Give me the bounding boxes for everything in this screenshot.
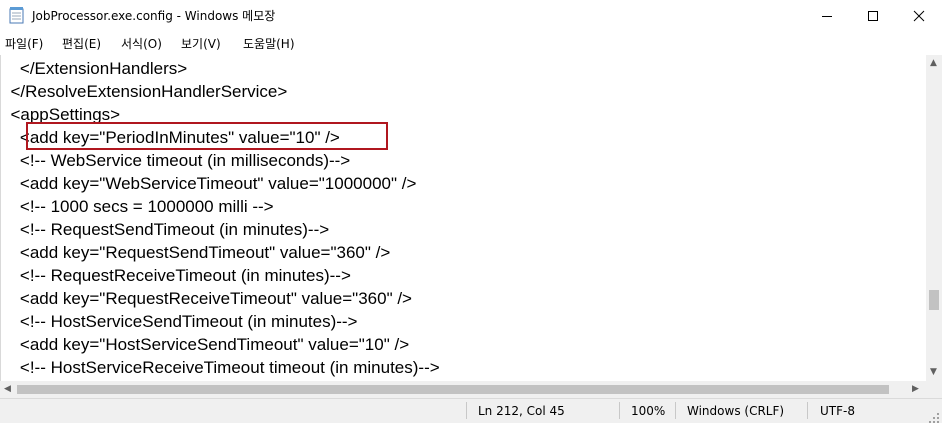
status-divider [466, 402, 467, 419]
status-encoding: UTF-8 [820, 404, 855, 418]
menu-format[interactable]: 서식(O) [121, 35, 162, 52]
editor-line: <!-- RequestReceiveTimeout (in minutes)-… [1, 266, 351, 285]
status-cursor-position: Ln 212, Col 45 [478, 404, 565, 418]
editor-line: <add key="RequestSendTimeout" value="360… [1, 243, 391, 262]
close-icon [913, 10, 925, 21]
horizontal-scrollbar[interactable]: ◀ ▶ [0, 381, 926, 398]
scroll-down-icon[interactable]: ▼ [930, 367, 937, 377]
maximize-button[interactable] [850, 0, 896, 31]
minimize-icon [822, 15, 832, 17]
menu-edit[interactable]: 편집(E) [62, 35, 101, 52]
menu-file[interactable]: 파일(F) [5, 35, 43, 52]
scrollbar-corner [926, 381, 942, 398]
editor-line: <!-- HostServiceReceiveTimeout timeout (… [1, 358, 440, 377]
editor-line: <add key="RequestReceiveTimeout" value="… [1, 289, 412, 308]
notepad-icon [9, 6, 24, 24]
maximize-icon [868, 10, 878, 21]
resize-grip-icon[interactable] [928, 409, 940, 423]
status-divider [619, 402, 620, 419]
editor-line: <!-- 1000 secs = 1000000 milli --> [1, 197, 274, 216]
editor-line: <add key="HostServiceSendTimeout" value=… [1, 335, 410, 354]
status-divider [675, 402, 676, 419]
vertical-scroll-thumb[interactable] [929, 290, 939, 310]
editor-line: </ExtensionHandlers> [1, 59, 188, 78]
editor-line: </ResolveExtensionHandlerService> [1, 82, 288, 101]
editor-line: <add key="WebServiceTimeout" value="1000… [1, 174, 417, 193]
menu-help[interactable]: 도움말(H) [243, 35, 295, 52]
vertical-scrollbar[interactable]: ▲ ▼ [926, 55, 942, 381]
status-line-ending: Windows (CRLF) [687, 404, 785, 418]
editor-line: <!-- WebService timeout (in milliseconds… [1, 151, 351, 170]
status-zoom: 100% [631, 404, 666, 418]
menu-view[interactable]: 보기(V) [181, 35, 221, 52]
menu-bar: 파일(F) 편집(E) 서식(O) 보기(V) 도움말(H) [0, 31, 942, 56]
window-title: JobProcessor.exe.config - Windows 메모장 [32, 9, 276, 23]
close-button[interactable] [896, 0, 942, 31]
editor-line: <!-- RequestSendTimeout (in minutes)--> [1, 220, 330, 239]
status-bar: Ln 212, Col 45 100% Windows (CRLF) UTF-8 [0, 398, 942, 423]
scroll-up-icon[interactable]: ▲ [930, 58, 937, 68]
scroll-left-icon[interactable]: ◀ [4, 384, 11, 394]
text-editor[interactable]: </ExtensionHandlers> </ResolveExtensionH… [0, 55, 927, 381]
highlight-box [26, 122, 388, 150]
scroll-right-icon[interactable]: ▶ [912, 384, 919, 394]
editor-line: <!-- HostServiceSendTimeout (in minutes)… [1, 312, 358, 331]
minimize-button[interactable] [804, 0, 850, 31]
status-divider [807, 402, 808, 419]
horizontal-scroll-thumb[interactable] [17, 385, 889, 394]
title-bar[interactable]: JobProcessor.exe.config - Windows 메모장 [0, 0, 942, 31]
